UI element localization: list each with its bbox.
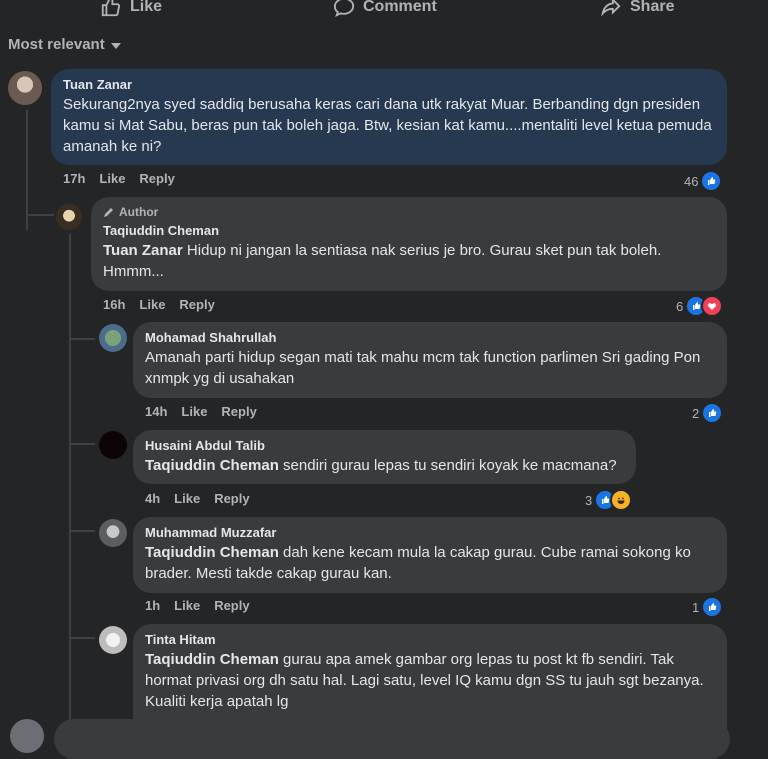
reaction-count[interactable]: 2 bbox=[692, 402, 724, 424]
comment-text: Amanah parti hidup segan mati tak mahu m… bbox=[145, 349, 701, 387]
thread-connector bbox=[26, 214, 54, 216]
mention-link[interactable]: Taqiuddin Cheman bbox=[145, 651, 279, 668]
commenter-name[interactable]: Mohamad Shahrullah bbox=[145, 330, 715, 345]
comment-text: Taqiuddin Cheman gurau apa amek gambar o… bbox=[145, 649, 715, 712]
mention-link[interactable]: Tuan Zanar bbox=[103, 242, 183, 259]
comment-bubble: Muhammad Muzzafar Taqiuddin Cheman dah k… bbox=[133, 517, 727, 593]
like-action-label: Like bbox=[130, 0, 163, 15]
comment-time[interactable]: 17h bbox=[63, 171, 85, 186]
comment-bubble: Mohamad Shahrullah Amanah parti hidup se… bbox=[133, 322, 727, 398]
avatar[interactable] bbox=[56, 204, 82, 230]
comment-text: Taqiuddin Cheman dah kene kecam mula la … bbox=[145, 542, 715, 584]
pencil-icon bbox=[104, 208, 113, 217]
comment-text: Sekurang2nya syed saddiq berusaha keras … bbox=[63, 96, 712, 155]
heart-reaction-icon bbox=[701, 295, 724, 317]
like-link[interactable]: Like bbox=[174, 491, 200, 506]
commenter-name[interactable]: Muhammad Muzzafar bbox=[145, 525, 715, 540]
comment-bubble-icon bbox=[333, 0, 355, 18]
reaction-count[interactable]: 1 bbox=[692, 596, 724, 618]
comment-time[interactable]: 14h bbox=[145, 404, 167, 419]
commenter-name[interactable]: Taqiuddin Cheman bbox=[103, 223, 715, 238]
comment-bubble: Author Taqiuddin Cheman Tuan Zanar Hidup… bbox=[91, 197, 727, 291]
commenter-name[interactable]: Tuan Zanar bbox=[63, 77, 715, 92]
commenter-name[interactable]: Tinta Hitam bbox=[145, 632, 715, 647]
like-action[interactable]: Like bbox=[100, 0, 162, 18]
reply-link[interactable]: Reply bbox=[221, 404, 256, 419]
comment-body: sendiri gurau lepas tu sendiri koyak ke … bbox=[278, 457, 617, 474]
thread-connector bbox=[69, 637, 95, 639]
comment-bubble: Husaini Abdul Talib Taqiuddin Cheman sen… bbox=[133, 430, 636, 484]
reaction-number: 3 bbox=[585, 492, 593, 508]
comment-actions: 4h Like Reply bbox=[145, 491, 250, 506]
avatar[interactable] bbox=[8, 71, 42, 105]
share-arrow-icon bbox=[601, 0, 621, 17]
comment-action-label: Comment bbox=[363, 0, 437, 15]
commenter-name[interactable]: Husaini Abdul Talib bbox=[145, 438, 624, 453]
post-action-bar: Like Comment Share bbox=[0, 0, 768, 20]
mention-link[interactable]: Taqiuddin Cheman bbox=[145, 457, 279, 474]
comment-action[interactable]: Comment bbox=[333, 0, 437, 18]
comment-actions: 16h Like Reply bbox=[103, 297, 215, 312]
haha-reaction-icon bbox=[610, 489, 633, 511]
reaction-number: 6 bbox=[676, 298, 684, 314]
sort-label: Most relevant bbox=[8, 36, 105, 53]
comment-time[interactable]: 16h bbox=[103, 297, 125, 312]
like-reaction-icon bbox=[701, 402, 724, 424]
reaction-count[interactable]: 3 bbox=[585, 489, 633, 511]
avatar[interactable] bbox=[99, 519, 127, 547]
thread-connector bbox=[69, 338, 95, 340]
like-link[interactable]: Like bbox=[99, 171, 125, 186]
comment-bubble: Tuan Zanar Sekurang2nya syed saddiq beru… bbox=[51, 69, 727, 165]
like-reaction-icon bbox=[700, 170, 723, 192]
author-badge-label: Author bbox=[119, 205, 159, 219]
avatar[interactable] bbox=[99, 431, 127, 459]
reaction-number: 2 bbox=[692, 405, 700, 421]
comment-body: Hidup ni jangan la sentiasa nak serius j… bbox=[103, 242, 662, 280]
comment-actions: 14h Like Reply bbox=[145, 404, 257, 419]
comment-actions: 1h Like Reply bbox=[145, 598, 250, 613]
comment-time[interactable]: 1h bbox=[145, 598, 160, 613]
reaction-number: 1 bbox=[692, 599, 700, 615]
reply-link[interactable]: Reply bbox=[214, 598, 249, 613]
thread-line bbox=[69, 234, 71, 728]
thread-connector bbox=[69, 443, 95, 445]
avatar[interactable] bbox=[99, 626, 127, 654]
reply-link[interactable]: Reply bbox=[139, 171, 174, 186]
reply-link[interactable]: Reply bbox=[214, 491, 249, 506]
like-reaction-icon bbox=[701, 596, 724, 618]
reaction-number: 46 bbox=[684, 173, 699, 189]
comment-input[interactable] bbox=[54, 719, 730, 759]
mention-link[interactable]: Taqiuddin Cheman bbox=[145, 544, 279, 561]
avatar[interactable] bbox=[99, 324, 127, 352]
like-link[interactable]: Like bbox=[139, 297, 165, 312]
avatar[interactable] bbox=[10, 719, 44, 753]
like-link[interactable]: Like bbox=[181, 404, 207, 419]
comment-text: Taqiuddin Cheman sendiri gurau lepas tu … bbox=[145, 455, 624, 476]
reaction-count[interactable]: 46 bbox=[684, 170, 723, 192]
comment-text: Tuan Zanar Hidup ni jangan la sentiasa n… bbox=[103, 240, 715, 282]
thread-line bbox=[26, 110, 28, 230]
share-action[interactable]: Share bbox=[600, 0, 674, 18]
reply-link[interactable]: Reply bbox=[179, 297, 214, 312]
share-action-label: Share bbox=[630, 0, 675, 15]
sort-dropdown[interactable]: Most relevant bbox=[8, 36, 121, 53]
comment-time[interactable]: 4h bbox=[145, 491, 160, 506]
author-badge: Author bbox=[103, 205, 715, 219]
like-link[interactable]: Like bbox=[174, 598, 200, 613]
chevron-down-icon bbox=[110, 42, 121, 49]
reaction-count[interactable]: 6 bbox=[676, 295, 724, 317]
thumbs-up-icon bbox=[101, 0, 121, 17]
comment-actions: 17h Like Reply bbox=[63, 171, 175, 186]
thread-connector bbox=[69, 530, 95, 532]
